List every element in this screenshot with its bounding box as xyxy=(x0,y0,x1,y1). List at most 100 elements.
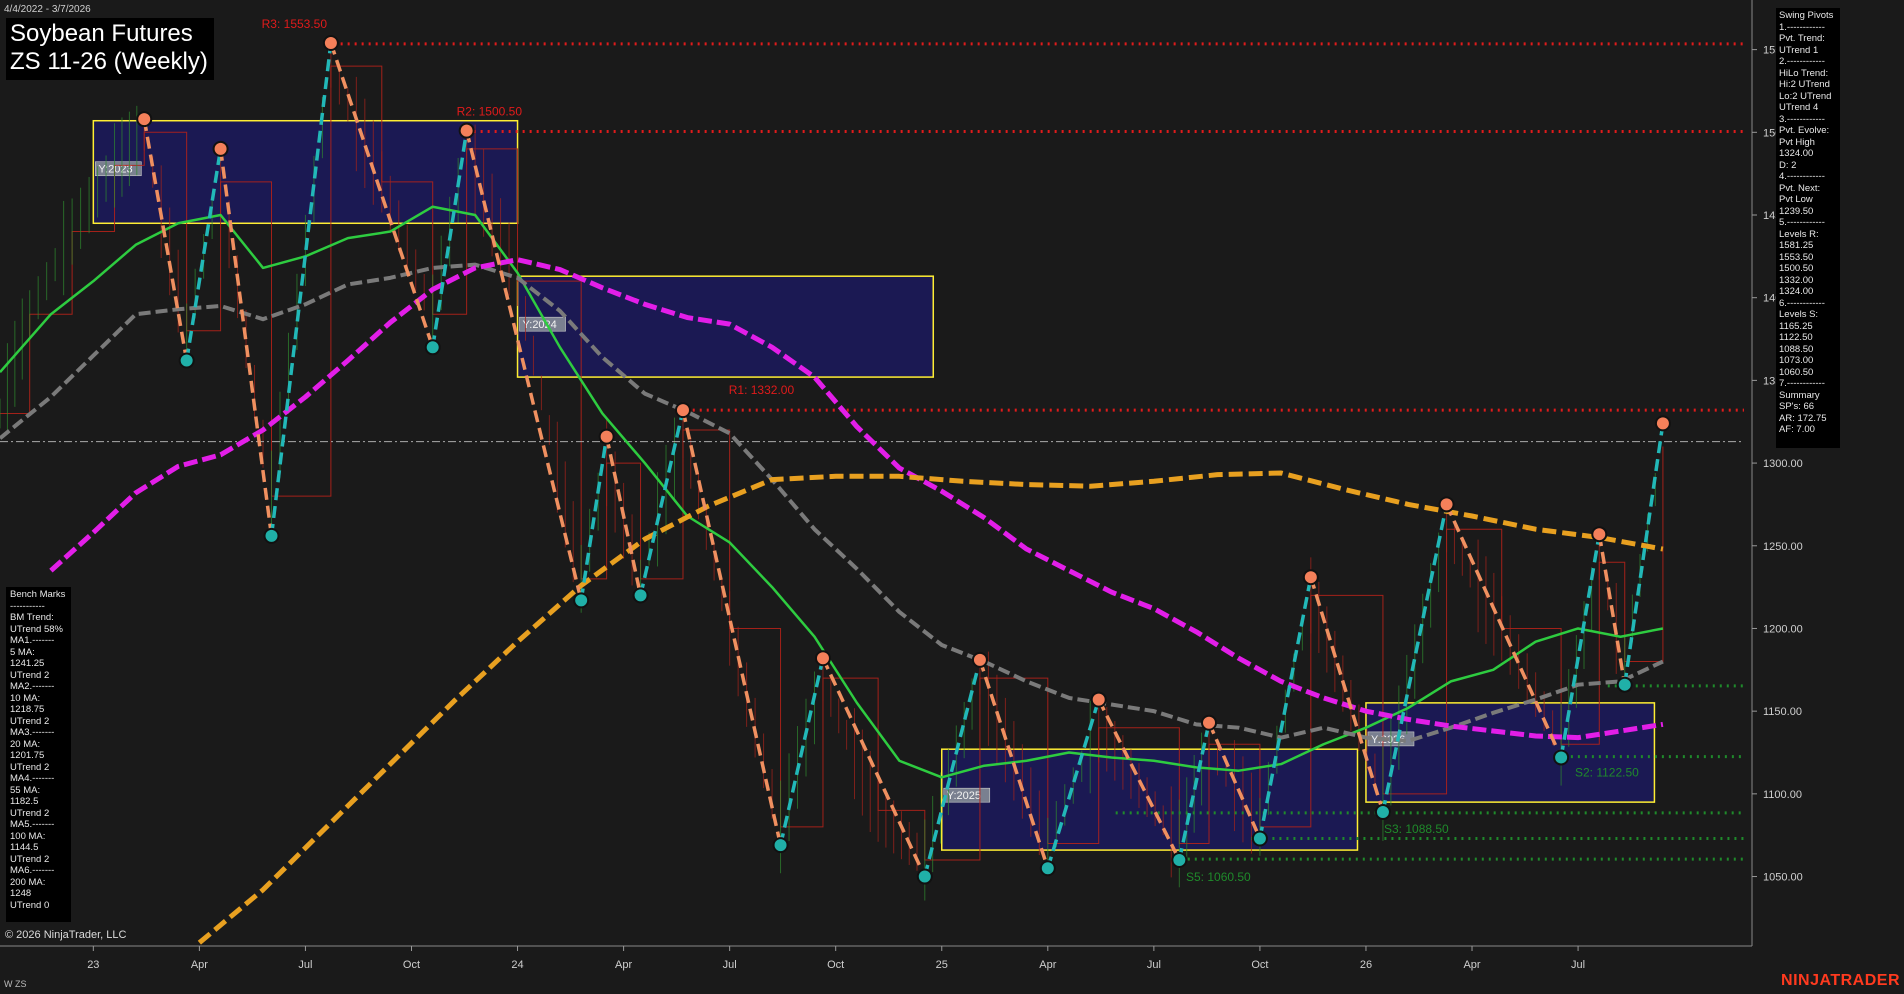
bench-marks-line: BM Trend: xyxy=(10,612,54,623)
swing-pivots-line: Hi:2 UTrend xyxy=(1779,79,1830,90)
x-tick-label: Jul xyxy=(1147,959,1161,971)
support-label: S2: 1122.50 xyxy=(1575,766,1639,780)
swing-pivots-line: 6.------------ xyxy=(1779,297,1825,309)
swing-pivots-line: 1088.50 xyxy=(1779,343,1814,355)
bench-marks-line: ----------- xyxy=(10,600,45,612)
copyright-label: © 2026 NinjaTrader, LLC xyxy=(5,929,127,941)
pivot-high-marker xyxy=(1090,691,1107,708)
swing-segment xyxy=(1623,423,1665,685)
swing-pivots-line: HiLo Trend: xyxy=(1779,67,1829,79)
bench-marks-line: UTrend 58% xyxy=(10,623,63,635)
swing-pivots-line: 1581.25 xyxy=(1779,240,1814,251)
bench-marks-line: MA5.------- xyxy=(10,819,55,830)
contract-title: ZS 11-26 (Weekly) xyxy=(10,48,208,75)
swing-pivots-line: Levels R: xyxy=(1779,228,1819,240)
swing-segment xyxy=(778,657,825,846)
bench-marks-line: MA3.------- xyxy=(10,727,55,738)
pivot-high-marker xyxy=(1302,569,1319,586)
swing-pivots-line: 1324.00 xyxy=(1779,286,1814,297)
bench-marks-line: 10 MA: xyxy=(10,692,41,704)
pivot-low-marker xyxy=(1251,830,1268,847)
year-box-label: Y:2024 xyxy=(523,319,557,331)
swing-pivots-line: 4.------------ xyxy=(1779,171,1825,182)
bench-marks-line: UTrend 2 xyxy=(10,669,50,681)
x-tick-label: Oct xyxy=(403,959,420,971)
bench-marks-line: UTrend 0 xyxy=(10,899,50,911)
instrument-name: Soybean Futures xyxy=(10,20,193,47)
year-box xyxy=(516,275,935,378)
support-label: S3: 1088.50 xyxy=(1384,822,1449,836)
swing-pivots-line: 1324.00 xyxy=(1779,148,1814,159)
swing-pivots-line: 1.------------ xyxy=(1779,21,1825,33)
pivot-low-marker xyxy=(772,837,789,854)
pivot-low-marker xyxy=(263,527,280,544)
bench-marks-line: 1248 xyxy=(10,888,32,899)
bench-marks-line: 20 MA: xyxy=(10,738,41,750)
x-tick-label: Oct xyxy=(827,959,844,971)
chart-title-box: Soybean Futures ZS 11-26 (Weekly) xyxy=(6,18,214,80)
pivot-high-marker xyxy=(1654,415,1671,432)
pivot-high-marker xyxy=(971,651,988,668)
swing-pivots-line: Swing Pivots xyxy=(1779,10,1834,21)
swing-segment xyxy=(1597,533,1627,685)
pivot-high-marker xyxy=(674,402,691,419)
price-chart[interactable]: Y:2023Y:2024Y:2025Y:2026R3: 1553.50R2: 1… xyxy=(0,0,1904,994)
pivot-low-marker xyxy=(632,587,649,604)
x-tick-label: 24 xyxy=(511,959,523,971)
year-box xyxy=(92,119,519,225)
pivot-high-marker xyxy=(322,35,339,51)
bench-marks-panel: Bench Marks ----------- BM Trend: UTrend 58… xyxy=(6,587,71,922)
pivot-high-marker xyxy=(458,122,475,139)
bench-marks-line: 200 MA: xyxy=(10,876,46,888)
swing-pivots-panel: Swing Pivots 1.------------ Pvt. Trend: UTr… xyxy=(1776,8,1840,448)
x-axis-band xyxy=(0,947,1904,994)
year-box-label: Y:2025 xyxy=(947,790,981,802)
pivot-low-marker xyxy=(1616,676,1633,693)
bench-marks-line: MA1.------- xyxy=(10,635,55,646)
swing-pivots-line: 1165.25 xyxy=(1779,320,1813,332)
x-tick-label: Apr xyxy=(615,959,632,971)
swing-pivots-line: 1239.50 xyxy=(1779,205,1814,217)
swing-pivots-line: 1122.50 xyxy=(1779,332,1813,343)
resistance-label: R2: 1500.50 xyxy=(457,104,523,118)
bench-marks-line: UTrend 2 xyxy=(10,715,50,727)
bench-marks-line: 100 MA: xyxy=(10,830,46,842)
y-tick-label: 1300.00 xyxy=(1763,458,1803,470)
bench-marks-line: 1144.5 xyxy=(10,842,39,853)
x-tick-label: 25 xyxy=(936,959,948,971)
pivot-high-marker xyxy=(1201,714,1218,731)
swing-pivots-line: 3.------------ xyxy=(1779,113,1825,125)
pivot-low-marker xyxy=(424,339,441,356)
x-tick-label: 23 xyxy=(87,959,99,971)
pivot-low-marker xyxy=(1553,749,1570,766)
x-tick-label: Oct xyxy=(1251,959,1268,971)
pivot-high-marker xyxy=(212,140,229,157)
swing-pivots-line: AF: 7.00 xyxy=(1779,424,1815,435)
bench-marks-line: MA4.------- xyxy=(10,773,55,784)
x-tick-label: Apr xyxy=(1463,959,1480,971)
swing-pivots-line: SP's: 66 xyxy=(1779,401,1815,412)
swing-pivots-line: Pvt Low xyxy=(1779,194,1813,205)
bench-marks-line: 1218.75 xyxy=(10,704,45,715)
swing-pivots-line: Lo:2 UTrend xyxy=(1779,90,1832,102)
brand-logo: NINJATRADER xyxy=(1781,972,1900,989)
swing-pivots-line: D: 2 xyxy=(1779,159,1797,171)
x-tick-label: Apr xyxy=(1039,959,1056,971)
pivot-high-marker xyxy=(136,111,153,128)
bench-marks-line: 1241.25 xyxy=(10,658,45,669)
y-tick-label: 1200.00 xyxy=(1763,623,1803,635)
swing-segment xyxy=(821,657,927,878)
bench-marks-line: 1201.75 xyxy=(10,750,45,761)
swing-pivots-line: 1500.50 xyxy=(1779,263,1814,274)
pivot-low-marker xyxy=(1171,852,1188,868)
x-tick-label: Jul xyxy=(1571,959,1585,971)
swing-pivots-line: 7.------------ xyxy=(1779,378,1825,389)
x-tick-label: 26 xyxy=(1360,959,1372,971)
bench-marks-line: UTrend 2 xyxy=(10,807,50,819)
x-tick-label: Apr xyxy=(191,959,208,971)
pivot-high-marker xyxy=(598,428,615,445)
resistance-label: R3: 1553.50 xyxy=(262,17,328,31)
y-tick-label: 1150.00 xyxy=(1763,706,1802,718)
y-tick-label: 1100.00 xyxy=(1763,789,1802,801)
y-tick-label: 1250.00 xyxy=(1763,541,1803,553)
